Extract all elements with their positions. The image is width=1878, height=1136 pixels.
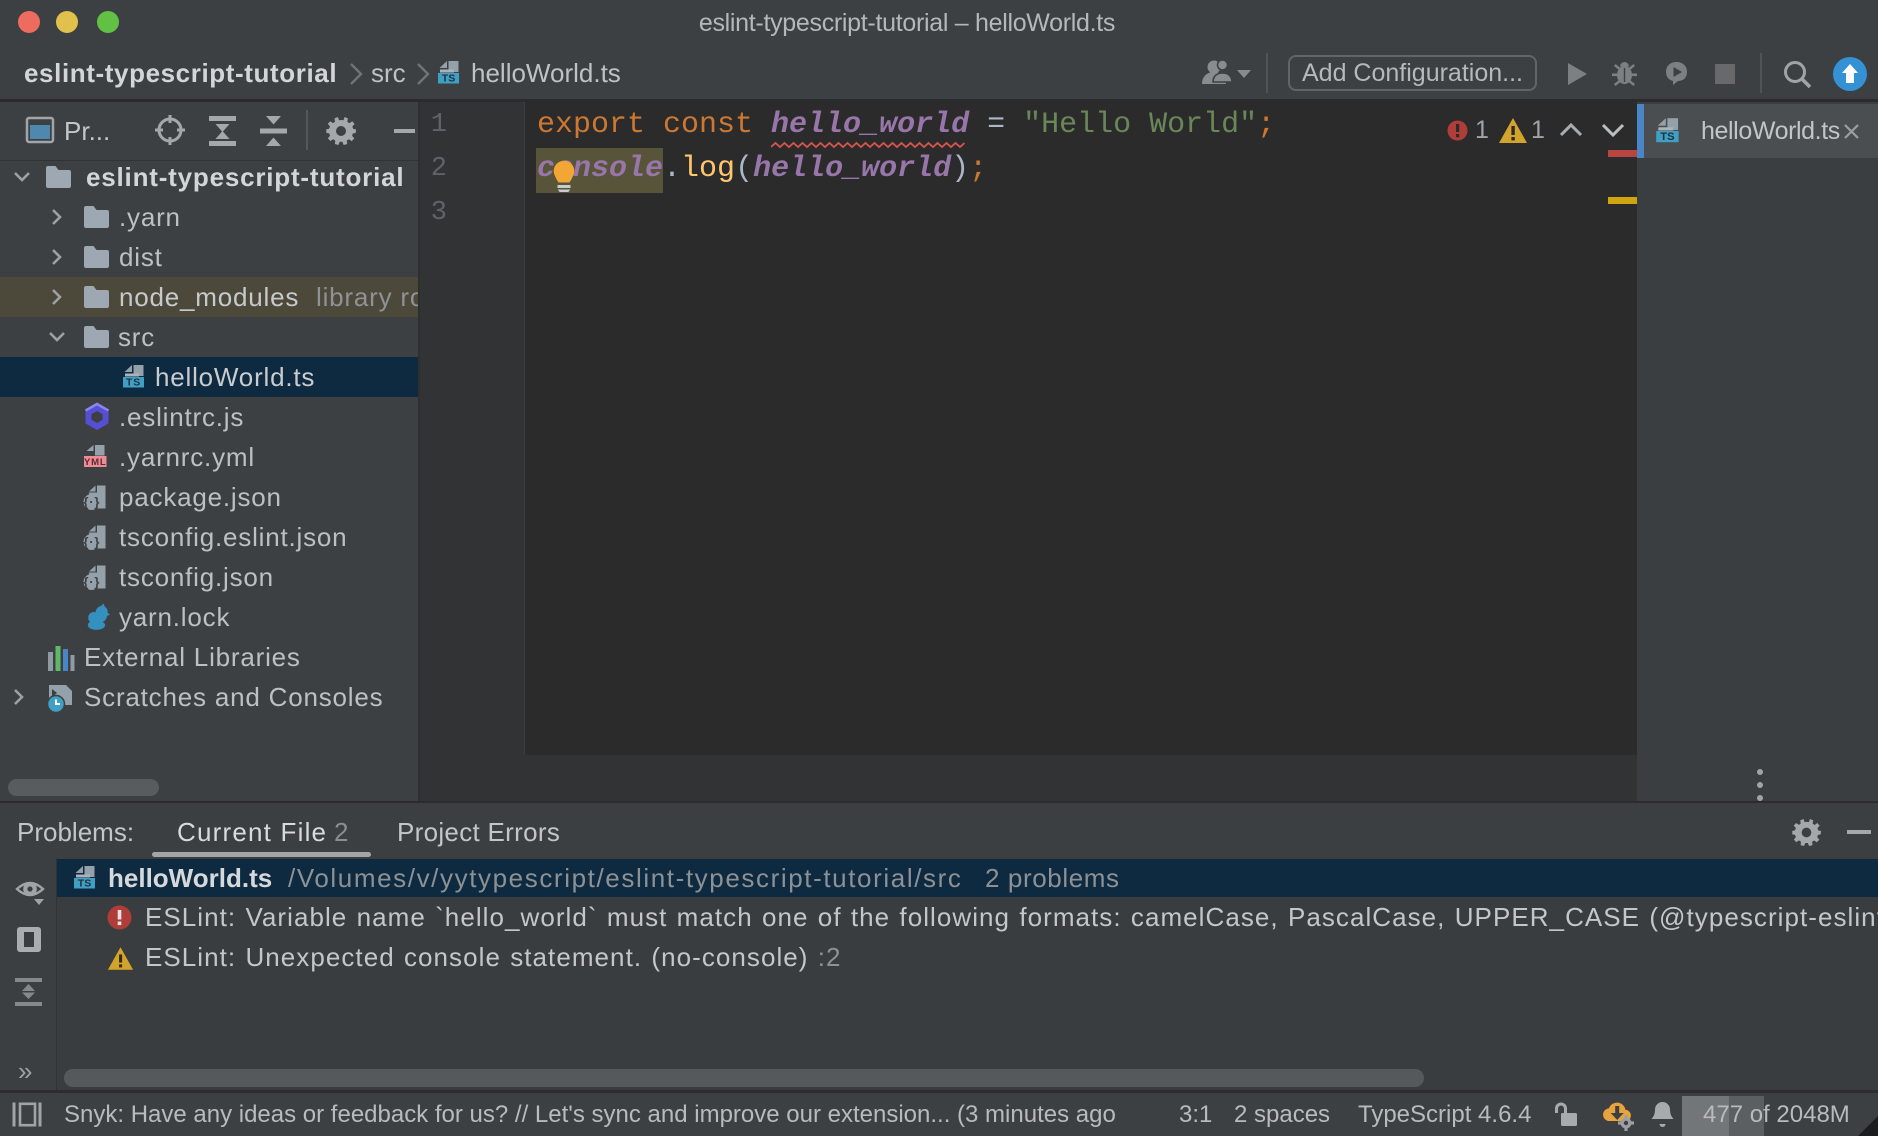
svg-text:{·}: {·} [83, 574, 100, 589]
svg-text:{·}: {·} [83, 494, 100, 509]
svg-text:YML: YML [84, 457, 106, 468]
svg-text:TS: TS [1660, 131, 1675, 143]
svg-text:TS: TS [126, 377, 141, 389]
svg-text:TS: TS [442, 73, 455, 85]
svg-text:TS: TS [78, 878, 91, 890]
svg-text:{·}: {·} [83, 534, 100, 549]
